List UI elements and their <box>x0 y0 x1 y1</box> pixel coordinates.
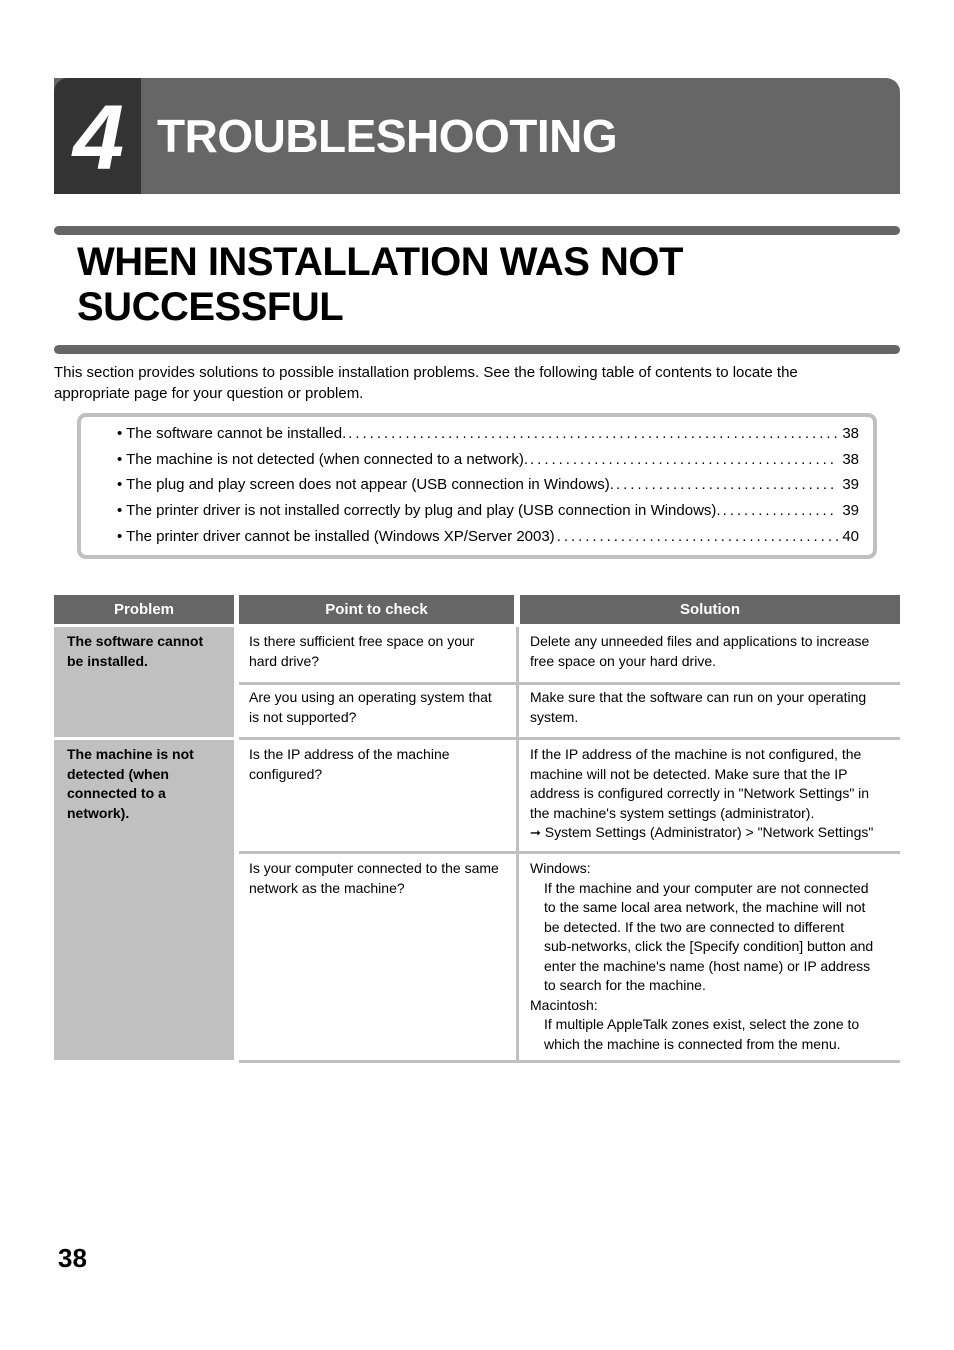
solution-line: Delete any unneeded files and applicatio… <box>530 633 870 649</box>
toc-item[interactable]: • The printer driver is not installed co… <box>117 500 859 522</box>
toc-item-page[interactable]: 38 <box>838 449 859 471</box>
toc-leader-dots <box>614 474 838 496</box>
toc-box: • The software cannot be installed. 38 •… <box>77 413 877 559</box>
solution-line: which the machine is connected from the … <box>544 1035 841 1052</box>
toc-item-label[interactable]: • The printer driver cannot be installed… <box>117 526 555 548</box>
problem-cell: The machine is not detected (when connec… <box>54 740 234 1060</box>
chapter-number: 4 <box>72 87 124 189</box>
problem-line: connected to a <box>67 785 166 801</box>
solution-line: enter the machine's name (host name) or … <box>544 957 871 974</box>
check-line: Is your computer connected to the same <box>249 860 499 876</box>
page-number: 38 <box>58 1243 87 1273</box>
toc-item[interactable]: • The plug and play screen does not appe… <box>117 474 859 496</box>
check-cell: Is the IP address of the machine configu… <box>239 740 517 784</box>
check-line: hard drive? <box>249 652 320 669</box>
solution-line: If multiple AppleTalk zones exist, selec… <box>544 1016 860 1032</box>
solution-line: sub-networks, click the [Specify conditi… <box>544 938 874 954</box>
check-line: is not supported? <box>249 708 357 725</box>
solution-cell: Windows: If the machine and your compute… <box>520 854 910 1054</box>
problem-line: network). <box>67 804 130 821</box>
toc-leader-dots <box>528 449 838 471</box>
column-divider <box>516 627 519 1063</box>
toc-item-label[interactable]: • The machine is not detected (when conn… <box>117 449 528 471</box>
toc-item[interactable]: • The printer driver cannot be installed… <box>117 526 859 548</box>
intro-line: This section provides solutions to possi… <box>54 364 798 381</box>
toc-leader-dots <box>346 423 838 445</box>
check-line: Is the IP address of the machine <box>249 746 450 762</box>
toc-item-page[interactable]: 39 <box>838 500 859 522</box>
problem-line: The software cannot <box>67 633 204 649</box>
toc-item-label[interactable]: • The printer driver is not installed co… <box>117 500 721 522</box>
solution-line: be detected. If the two are connected to… <box>544 918 845 935</box>
intro-line: appropriate page for your question or pr… <box>54 385 364 402</box>
toc-item-page[interactable]: 40 <box>838 526 859 548</box>
check-cell: Is your computer connected to the same n… <box>239 854 517 898</box>
arrow-right-icon: ➞ <box>530 825 541 840</box>
solution-cell: Delete any unneeded files and applicatio… <box>520 627 900 671</box>
row-divider <box>239 1060 900 1063</box>
chapter-title: TROUBLESHOOTING <box>157 110 618 162</box>
solution-line: to search for the machine. <box>544 977 706 993</box>
check-line: network as the machine? <box>249 879 405 896</box>
problem-line: be installed. <box>67 652 148 669</box>
solution-line: machine will not be detected. Make sure … <box>530 765 848 782</box>
solution-line: the machine's system settings (administr… <box>530 804 815 821</box>
solution-line: to the same local area network, the mach… <box>544 899 866 915</box>
problem-line: detected (when <box>67 765 169 782</box>
toc-leader-dots <box>555 526 839 548</box>
check-cell: Is there sufficient free space on your h… <box>239 627 517 671</box>
solution-line: system. <box>530 708 579 725</box>
solution-reference-text: System Settings (Administrator) > "Netwo… <box>544 824 874 840</box>
section-title-line: WHEN INSTALLATION WAS NOT <box>77 240 683 284</box>
check-line: Are you using an operating system that <box>249 689 492 705</box>
solution-line: address is configured correctly in "Netw… <box>530 785 870 801</box>
table-header-point-to-check: Point to check <box>239 595 514 624</box>
solution-line: If the machine and your computer are not… <box>544 879 869 896</box>
toc-item-page[interactable]: 39 <box>838 474 859 496</box>
solution-subheading-macintosh: Macintosh: <box>530 996 598 1013</box>
solution-cell: Make sure that the software can run on y… <box>520 683 900 727</box>
chapter-number-box: 4 <box>54 78 141 194</box>
toc-item-label[interactable]: • The software cannot be installed. <box>117 423 346 445</box>
solution-subheading-windows: Windows: <box>530 860 591 876</box>
solution-line: free space on your hard drive. <box>530 652 716 669</box>
table-header-solution: Solution <box>520 595 900 624</box>
toc-item-label[interactable]: • The plug and play screen does not appe… <box>117 474 614 496</box>
solution-reference: ➞ System Settings (Administrator) > "Net… <box>530 823 900 843</box>
solution-line: Make sure that the software can run on y… <box>530 689 867 705</box>
problem-cell: The software cannot be installed. <box>54 627 234 737</box>
section-rule-bottom <box>54 345 900 354</box>
solution-cell: If the IP address of the machine is not … <box>520 740 910 843</box>
toc-item[interactable]: • The machine is not detected (when conn… <box>117 449 859 471</box>
section-title: WHEN INSTALLATION WAS NOT SUCCESSFUL <box>77 240 877 330</box>
table-header-problem: Problem <box>54 595 234 624</box>
check-line: configured? <box>249 765 323 782</box>
toc-item-page[interactable]: 38 <box>838 423 859 445</box>
section-rule-top <box>54 226 900 235</box>
section-title-line: SUCCESSFUL <box>77 285 344 329</box>
intro-paragraph: This section provides solutions to possi… <box>54 362 874 404</box>
check-cell: Are you using an operating system that i… <box>239 683 517 727</box>
toc-leader-dots <box>721 500 839 522</box>
problem-line: The machine is not <box>67 746 194 762</box>
check-line: Is there sufficient free space on your <box>249 633 475 649</box>
toc-item[interactable]: • The software cannot be installed. 38 <box>117 423 859 445</box>
chapter-banner: 4 TROUBLESHOOTING <box>54 78 900 194</box>
solution-line: If the IP address of the machine is not … <box>530 746 862 762</box>
